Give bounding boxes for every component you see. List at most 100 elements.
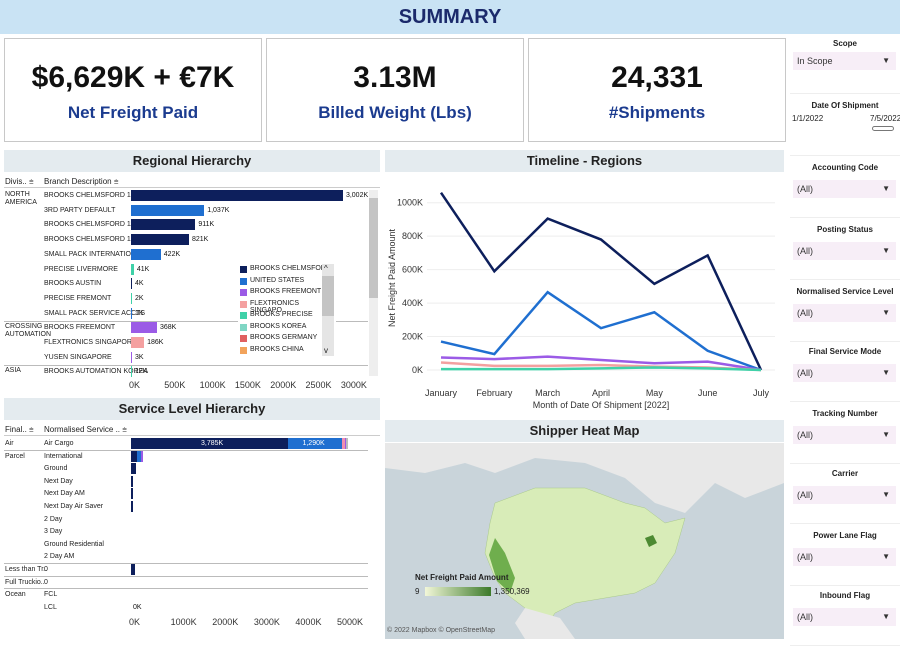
data-label: 3,785K bbox=[201, 440, 224, 447]
service-label: 0 bbox=[44, 566, 48, 573]
kpi-label: #Shipments bbox=[608, 103, 706, 122]
y-tick-label: 1000K bbox=[397, 198, 423, 208]
filter-label: Scope bbox=[832, 39, 857, 48]
filter-value: In Scope bbox=[797, 56, 833, 66]
y-tick-label: 600K bbox=[402, 265, 423, 275]
filter-date-of-shipment: Date Of Shipment 1/1/2022 7/5/2022 bbox=[790, 98, 900, 156]
group-divider bbox=[4, 588, 368, 590]
chevron-down-icon[interactable]: ▼ bbox=[882, 52, 890, 70]
service-bar[interactable] bbox=[131, 463, 136, 475]
filter-dropdown[interactable]: (All) ▼ bbox=[793, 548, 896, 566]
service-bar[interactable] bbox=[131, 488, 133, 500]
chevron-down-icon[interactable]: ▼ bbox=[882, 486, 890, 504]
heatmap-legend-gradient bbox=[425, 587, 491, 596]
y-tick-label: 0K bbox=[412, 365, 423, 375]
filter-value: (All) bbox=[797, 612, 813, 622]
y-axis-label: Net Freight Paid Amount bbox=[387, 228, 397, 327]
kpi-value: 24,331 bbox=[611, 61, 703, 94]
x-tick-label: 4000K bbox=[295, 617, 322, 627]
kpi-shipments: 24,331 #Shipments bbox=[528, 38, 786, 142]
chevron-down-icon[interactable]: ▼ bbox=[882, 304, 890, 322]
group-divider bbox=[4, 449, 368, 451]
chevron-down-icon[interactable]: ▼ bbox=[882, 180, 890, 198]
group-label: Full Truckio.. bbox=[5, 578, 45, 586]
service-bar-chart: Air Air Cargo 3,785K 1,290K Parcel Internatio… bbox=[0, 0, 380, 640]
filter-normalised-service-level: Normalised Service Level (All) ▼ bbox=[790, 284, 900, 342]
filter-posting-status: Posting Status (All) ▼ bbox=[790, 222, 900, 280]
filter-dropdown[interactable]: (All) ▼ bbox=[793, 426, 896, 444]
x-axis-label: Month of Date Of Shipment [2022] bbox=[533, 400, 670, 410]
filter-scope: Scope In Scope ▼ bbox=[790, 36, 900, 94]
heatmap-legend-max: 1,350,369 bbox=[494, 587, 530, 596]
filter-label: Carrier bbox=[831, 469, 859, 478]
x-tick-label: February bbox=[476, 388, 513, 398]
date-range-slider[interactable] bbox=[872, 126, 894, 131]
group-divider bbox=[4, 563, 368, 564]
service-label: FCL bbox=[44, 591, 58, 599]
service-bar[interactable] bbox=[131, 564, 135, 575]
filter-value: (All) bbox=[797, 368, 813, 378]
chevron-down-icon[interactable]: ▼ bbox=[882, 608, 890, 626]
service-label: 2 Day bbox=[44, 515, 63, 523]
x-tick-label: January bbox=[425, 388, 458, 398]
filter-dropdown[interactable]: (All) ▼ bbox=[793, 364, 896, 382]
air-cargo-segment[interactable] bbox=[346, 438, 348, 449]
service-label: Air Cargo bbox=[44, 440, 74, 447]
group-label: Ocean bbox=[5, 591, 26, 599]
date-from[interactable]: 1/1/2022 bbox=[792, 114, 823, 123]
x-tick-label: May bbox=[646, 388, 664, 398]
group-label: Parcel bbox=[5, 452, 25, 460]
service-bar[interactable] bbox=[140, 450, 144, 462]
filter-carrier: Carrier (All) ▼ bbox=[790, 466, 900, 524]
service-label: Ground bbox=[44, 465, 68, 473]
filter-dropdown[interactable]: (All) ▼ bbox=[793, 304, 896, 322]
service-label: Next Day bbox=[44, 477, 73, 485]
filter-dropdown[interactable]: (All) ▼ bbox=[793, 486, 896, 504]
x-tick-label: 5000K bbox=[337, 617, 364, 627]
service-x-axis: 0K 1000K 2000K 3000K 4000K 5000K bbox=[0, 615, 380, 629]
group-label: Air bbox=[5, 440, 14, 447]
chevron-down-icon[interactable]: ▼ bbox=[882, 426, 890, 444]
chevron-down-icon[interactable]: ▼ bbox=[882, 548, 890, 566]
service-bar[interactable] bbox=[131, 475, 133, 487]
filter-power-lane-flag: Power Lane Flag (All) ▼ bbox=[790, 528, 900, 586]
filter-value: (All) bbox=[797, 184, 813, 194]
timeline-title: Timeline - Regions bbox=[385, 150, 784, 172]
service-label: 2 Day AM bbox=[44, 553, 75, 561]
filter-final-service-mode: Final Service Mode (All) ▼ bbox=[790, 344, 900, 402]
group-divider bbox=[4, 575, 368, 577]
filter-label: Final Service Mode bbox=[808, 347, 882, 356]
filter-dropdown[interactable]: In Scope ▼ bbox=[793, 52, 896, 70]
heatmap-map[interactable]: Net Freight Paid Amount 9 1,350,369 © 20… bbox=[385, 443, 784, 639]
filter-accounting-code: Accounting Code (All) ▼ bbox=[790, 160, 900, 218]
filter-label: Power Lane Flag bbox=[813, 531, 877, 540]
series-line bbox=[439, 191, 763, 371]
filter-label: Accounting Code bbox=[811, 163, 879, 172]
filter-label: Posting Status bbox=[816, 225, 873, 234]
data-label: 0K bbox=[133, 603, 142, 611]
service-label: International bbox=[44, 452, 83, 460]
x-tick-label: March bbox=[535, 388, 560, 398]
x-tick-label: 2000K bbox=[212, 617, 239, 627]
filter-label: Normalised Service Level bbox=[796, 287, 894, 296]
filter-dropdown[interactable]: (All) ▼ bbox=[793, 608, 896, 626]
group-label: Less than Tr.. bbox=[5, 566, 48, 573]
service-label: 3 Day bbox=[44, 528, 63, 536]
chevron-down-icon[interactable]: ▼ bbox=[882, 242, 890, 260]
service-label: Next Day Air Saver bbox=[44, 503, 104, 510]
filter-dropdown[interactable]: (All) ▼ bbox=[793, 180, 896, 198]
chevron-down-icon[interactable]: ▼ bbox=[882, 364, 890, 382]
x-tick-label: 1000K bbox=[170, 617, 197, 627]
filter-dropdown[interactable]: (All) ▼ bbox=[793, 242, 896, 260]
land-usa bbox=[484, 487, 686, 629]
heatmap-title: Shipper Heat Map bbox=[385, 420, 784, 442]
x-tick-label: 0K bbox=[129, 617, 141, 627]
x-tick-label: July bbox=[753, 388, 770, 398]
filter-value: (All) bbox=[797, 246, 813, 256]
filter-value: (All) bbox=[797, 430, 813, 440]
x-tick-label: 3000K bbox=[253, 617, 280, 627]
heatmap-legend-min: 9 bbox=[415, 587, 420, 596]
service-bar[interactable] bbox=[131, 501, 133, 512]
filter-tracking-number: Tracking Number (All) ▼ bbox=[790, 406, 900, 464]
date-to[interactable]: 7/5/2022 bbox=[870, 114, 900, 123]
